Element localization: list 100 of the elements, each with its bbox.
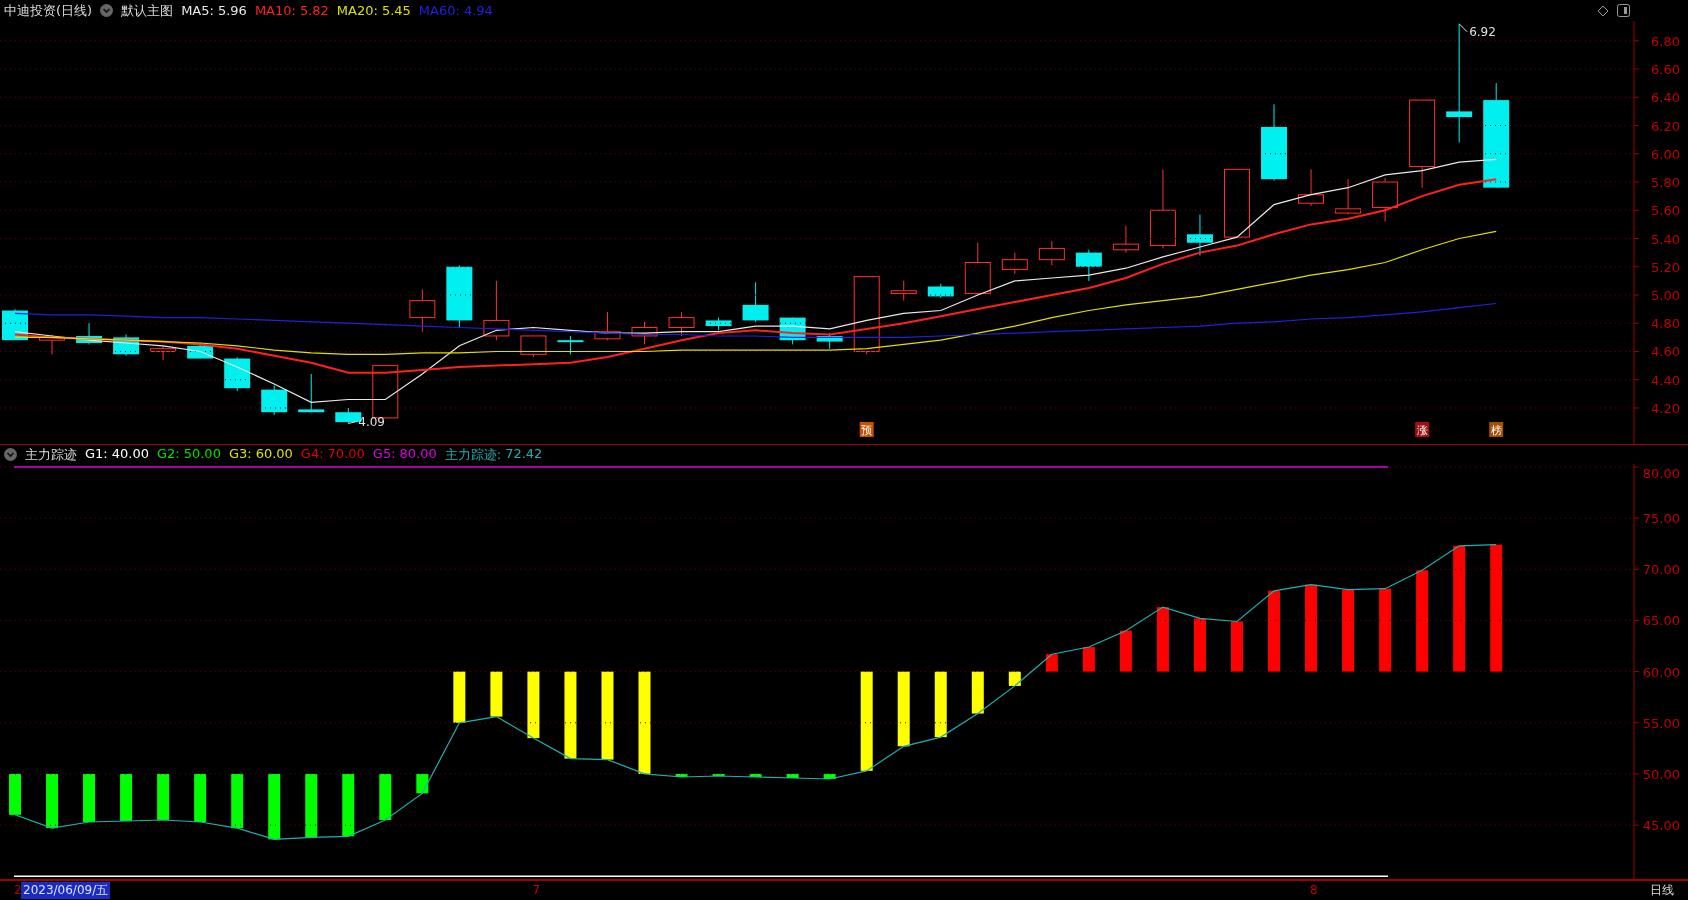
axis-label: 5.60 (1651, 203, 1680, 219)
axis-label: 4.60 (1651, 344, 1680, 360)
legend-label: G1: (85, 445, 108, 463)
legend-value: 5.45 (381, 3, 411, 18)
indicator-title: 主力踪迹 (25, 445, 77, 464)
axis-label: 5.40 (1651, 231, 1680, 247)
legend-value: 4.94 (463, 3, 493, 18)
legend-value: 40.00 (111, 445, 149, 463)
axis-label: 6.00 (1651, 146, 1680, 162)
axis-label: 6.40 (1651, 90, 1680, 106)
diamond-icon[interactable] (1597, 4, 1609, 17)
indicator-bar (675, 773, 688, 777)
indicator-bar (1082, 647, 1095, 672)
legend-label: MA5: (181, 3, 214, 18)
template-label: 默认主图 (121, 1, 174, 20)
axis-label: 6.60 (1651, 62, 1680, 77)
axis-label: 4.20 (1651, 401, 1680, 416)
panel-toggle-icon[interactable] (1617, 4, 1630, 17)
candlestick (668, 311, 695, 337)
price-label: 4.09 (358, 414, 385, 429)
candlestick (705, 317, 732, 331)
indicator-bar (527, 671, 540, 739)
indicator-bar (416, 773, 429, 794)
indicator-bar (1119, 630, 1132, 672)
legend-value: 72.42 (505, 445, 543, 463)
axis-label: 2 (14, 883, 22, 897)
legend-value: 60.00 (255, 445, 293, 463)
legend-label: MA10: (254, 3, 296, 18)
axis-label: 45.00 (1642, 818, 1680, 834)
candlestick (261, 384, 288, 416)
indicator-bar (379, 773, 392, 820)
indicator-bar (712, 773, 725, 776)
legend-value: 70.00 (327, 445, 365, 463)
legend-label: G5: (372, 445, 396, 463)
indicator-bar (490, 671, 503, 717)
candlestick (483, 280, 510, 341)
axis-label: 60.00 (1642, 664, 1680, 680)
legend-label: MA20: (336, 3, 378, 18)
axis-label: 55.00 (1642, 715, 1680, 731)
indicator-bar (453, 671, 466, 723)
axis-label: 65.00 (1642, 613, 1680, 629)
indicator-bar (971, 671, 984, 714)
indicator-bar (120, 773, 133, 821)
period-label: 日线 (1650, 882, 1674, 899)
axis-label: 7 (532, 883, 541, 897)
indicator-bar (823, 773, 836, 780)
axis-label: 50.00 (1642, 766, 1680, 782)
candlestick (1335, 178, 1362, 215)
candlestick (594, 311, 621, 341)
candlestick (76, 322, 103, 345)
candlestick (1224, 168, 1250, 238)
axis-label: 80.00 (1642, 466, 1680, 481)
signal-marker: 榜 (1489, 422, 1504, 437)
candlestick (150, 345, 177, 361)
axis-label: 75.00 (1642, 511, 1680, 527)
dropdown-icon[interactable] (100, 4, 114, 17)
leader-line (347, 421, 357, 424)
axis-label: 8 (1310, 883, 1318, 897)
legend-value: 5.96 (217, 3, 247, 18)
legend-label: 主力踪迹: (444, 445, 502, 464)
indicator-bar (268, 773, 281, 840)
legend-label: G2: (156, 445, 180, 463)
date-label: 2023/06/09/五 (21, 882, 111, 899)
price-label: 6.92 (1469, 24, 1496, 39)
axis-label: 4.80 (1651, 316, 1680, 332)
indicator-bar (194, 773, 207, 822)
candlestick (631, 321, 658, 345)
indicator-bar (342, 773, 355, 837)
legend-label: G4: (300, 445, 324, 463)
indicator-bar (1008, 671, 1021, 686)
indicator-bar (9, 773, 21, 815)
axis-label: 4.40 (1651, 372, 1680, 388)
candlestick (372, 365, 399, 419)
axis-label: 70.00 (1642, 562, 1680, 578)
axis-label: 5.80 (1651, 175, 1680, 190)
indicator-bar (1231, 621, 1243, 672)
signal-marker: 预 (859, 422, 874, 437)
indicator-bar (83, 773, 96, 822)
indicator-bar (1045, 654, 1058, 672)
axis-label: 5.20 (1651, 259, 1680, 275)
candlestick (224, 356, 251, 392)
legend-value: 5.82 (299, 3, 329, 18)
candlestick (446, 264, 473, 328)
legend-label: MA60: (418, 3, 460, 18)
candlestick (557, 335, 584, 355)
indicator-bar (305, 773, 318, 838)
candlestick (1112, 225, 1139, 254)
signal-marker: 涨 (1415, 422, 1430, 437)
candlestick (1001, 252, 1028, 275)
candlestick (520, 335, 547, 358)
legend-label: G3: (228, 445, 252, 463)
candlestick (113, 334, 140, 357)
dropdown-icon[interactable] (4, 448, 17, 461)
axis-label: 6.20 (1651, 118, 1680, 134)
indicator-bar (934, 671, 947, 738)
legend-value: 80.00 (399, 445, 437, 463)
candlestick (1075, 249, 1102, 282)
candlestick (742, 281, 769, 323)
indicator-bar (231, 773, 244, 829)
indicator-bar (749, 773, 762, 777)
